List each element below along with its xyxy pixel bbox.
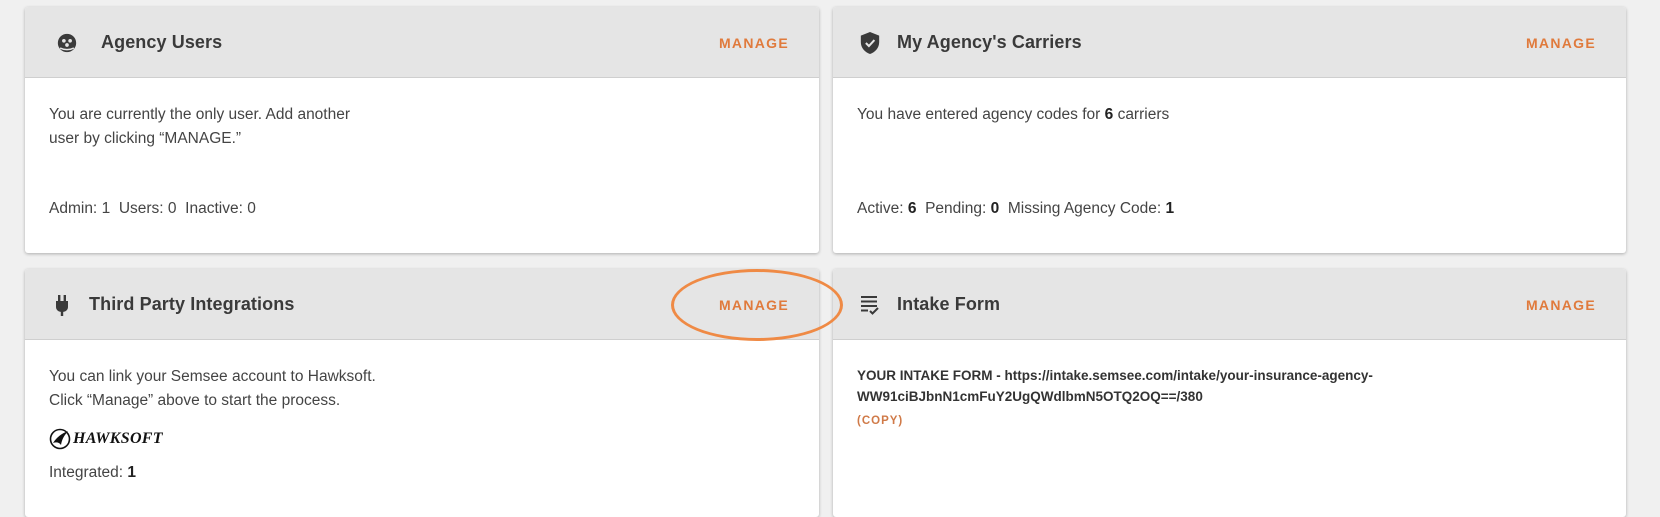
intake-form-header: Intake Form MANAGE (833, 269, 1626, 340)
intake-form-url: YOUR INTAKE FORM - https://intake.semsee… (857, 368, 1373, 404)
integrations-manage-button[interactable]: MANAGE (719, 269, 789, 340)
agency-users-stats: Admin: 1 Users: 0 Inactive: 0 (49, 200, 256, 217)
agency-users-header: Agency Users MANAGE (25, 7, 819, 78)
intake-form-title: Intake Form (897, 294, 1001, 314)
carriers-manage-button[interactable]: MANAGE (1526, 7, 1596, 78)
agency-users-body: You are currently the only user. Add ano… (25, 78, 819, 253)
users-group-icon (54, 30, 80, 56)
intake-form-body: YOUR INTAKE FORM - https://intake.semsee… (833, 340, 1626, 517)
hawksoft-logo: HAWKSOFT (49, 428, 163, 450)
integrations-card: Third Party Integrations MANAGE You can … (25, 269, 819, 517)
plug-icon (49, 292, 75, 318)
carriers-title: My Agency's Carriers (897, 32, 1082, 52)
integrations-header: Third Party Integrations MANAGE (25, 269, 819, 340)
integrations-body: You can link your Semsee account to Hawk… (25, 340, 819, 517)
integrations-stats: Integrated: 1 (49, 464, 137, 481)
carriers-card: My Agency's Carriers MANAGE You have ent… (833, 7, 1626, 253)
agency-users-manage-button[interactable]: MANAGE (719, 7, 789, 78)
integrations-description: You can link your Semsee account to Hawk… (49, 368, 376, 409)
intake-form-manage-button[interactable]: MANAGE (1526, 269, 1596, 340)
carriers-header: My Agency's Carriers MANAGE (833, 7, 1626, 78)
agency-users-description: You are currently the only user. Add ano… (49, 106, 351, 147)
carriers-body: You have entered agency codes for 6 carr… (833, 78, 1626, 253)
form-list-icon (857, 292, 883, 318)
agency-users-title: Agency Users (101, 32, 223, 52)
carriers-description: You have entered agency codes for 6 carr… (857, 106, 1170, 123)
intake-form-card: Intake Form MANAGE YOUR INTAKE FORM - ht… (833, 269, 1626, 517)
carrier-count: 6 (1104, 106, 1114, 123)
copy-link[interactable]: (COPY) (857, 415, 903, 427)
carriers-stats: Active: 6 Pending: 0 Missing Agency Code… (857, 200, 1175, 217)
agency-users-card: Agency Users MANAGE You are currently th… (25, 7, 819, 253)
shield-check-icon (857, 30, 883, 56)
hawk-bird-icon (49, 428, 71, 450)
integrations-title: Third Party Integrations (89, 294, 295, 314)
